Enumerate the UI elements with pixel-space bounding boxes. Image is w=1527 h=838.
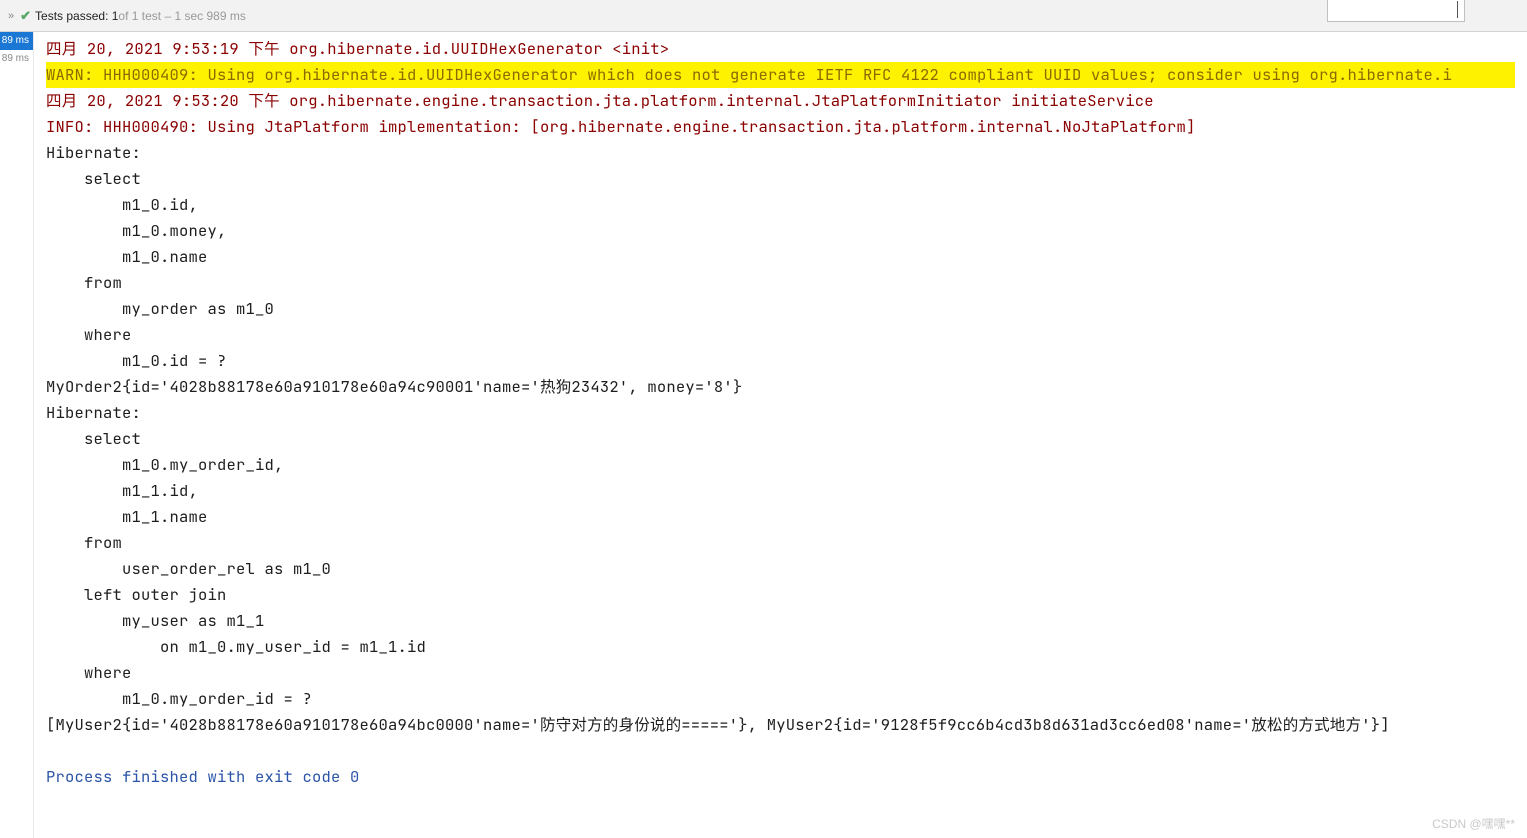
console-line: 四月 20, 2021 9:53:20 下午 org.hibernate.eng… xyxy=(46,88,1515,114)
console-line: m1_1.id, xyxy=(46,478,1515,504)
console-line: user_order_rel as m1_0 xyxy=(46,556,1515,582)
console-line: select xyxy=(46,166,1515,192)
test-status-bar: » ✔ Tests passed: 1 of 1 test – 1 sec 98… xyxy=(0,0,1527,32)
tests-total-summary: of 1 test – 1 sec 989 ms xyxy=(118,9,245,23)
console-line: select xyxy=(46,426,1515,452)
console-line: from xyxy=(46,530,1515,556)
console-line: m1_1.name xyxy=(46,504,1515,530)
console-line: left outer join xyxy=(46,582,1515,608)
search-input[interactable] xyxy=(1327,0,1465,22)
console-line: Hibernate: xyxy=(46,140,1515,166)
console-line: m1_0.my_order_id = ? xyxy=(46,686,1515,712)
console-line: 四月 20, 2021 9:53:19 下午 org.hibernate.id.… xyxy=(46,36,1515,62)
expand-icon[interactable]: » xyxy=(8,10,14,22)
console-line: m1_0.id, xyxy=(46,192,1515,218)
console-line: MyOrder2{id='4028b88178e60a910178e60a94c… xyxy=(46,374,1515,400)
console-line: m1_0.my_order_id, xyxy=(46,452,1515,478)
console-line: INFO: HHH000490: Using JtaPlatform imple… xyxy=(46,114,1515,140)
console-line: from xyxy=(46,270,1515,296)
test-node-selected[interactable]: 89 ms xyxy=(0,32,33,50)
console-line: m1_0.id = ? xyxy=(46,348,1515,374)
console-line: where xyxy=(46,660,1515,686)
console-line: [MyUser2{id='4028b88178e60a910178e60a94b… xyxy=(46,712,1515,738)
console-line: my_user as m1_1 xyxy=(46,608,1515,634)
tests-passed-count: Tests passed: 1 xyxy=(35,9,118,23)
console-line: WARN: HHH000409: Using org.hibernate.id.… xyxy=(46,62,1515,88)
console-line: m1_0.name xyxy=(46,244,1515,270)
test-tree-sidebar[interactable]: 89 ms 89 ms xyxy=(0,32,34,838)
console-line: my_order as m1_0 xyxy=(46,296,1515,322)
console-line: Hibernate: xyxy=(46,400,1515,426)
test-node[interactable]: 89 ms xyxy=(0,50,33,68)
console-line: m1_0.money, xyxy=(46,218,1515,244)
console-line: Process finished with exit code 0 xyxy=(46,764,1515,790)
console-line: on m1_0.my_user_id = m1_1.id xyxy=(46,634,1515,660)
console-line: where xyxy=(46,322,1515,348)
watermark-text: CSDN @嘿嘿** xyxy=(1432,815,1515,832)
console-line xyxy=(46,738,1515,764)
console-output[interactable]: 四月 20, 2021 9:53:19 下午 org.hibernate.id.… xyxy=(34,32,1527,838)
check-icon: ✔ xyxy=(20,8,31,24)
